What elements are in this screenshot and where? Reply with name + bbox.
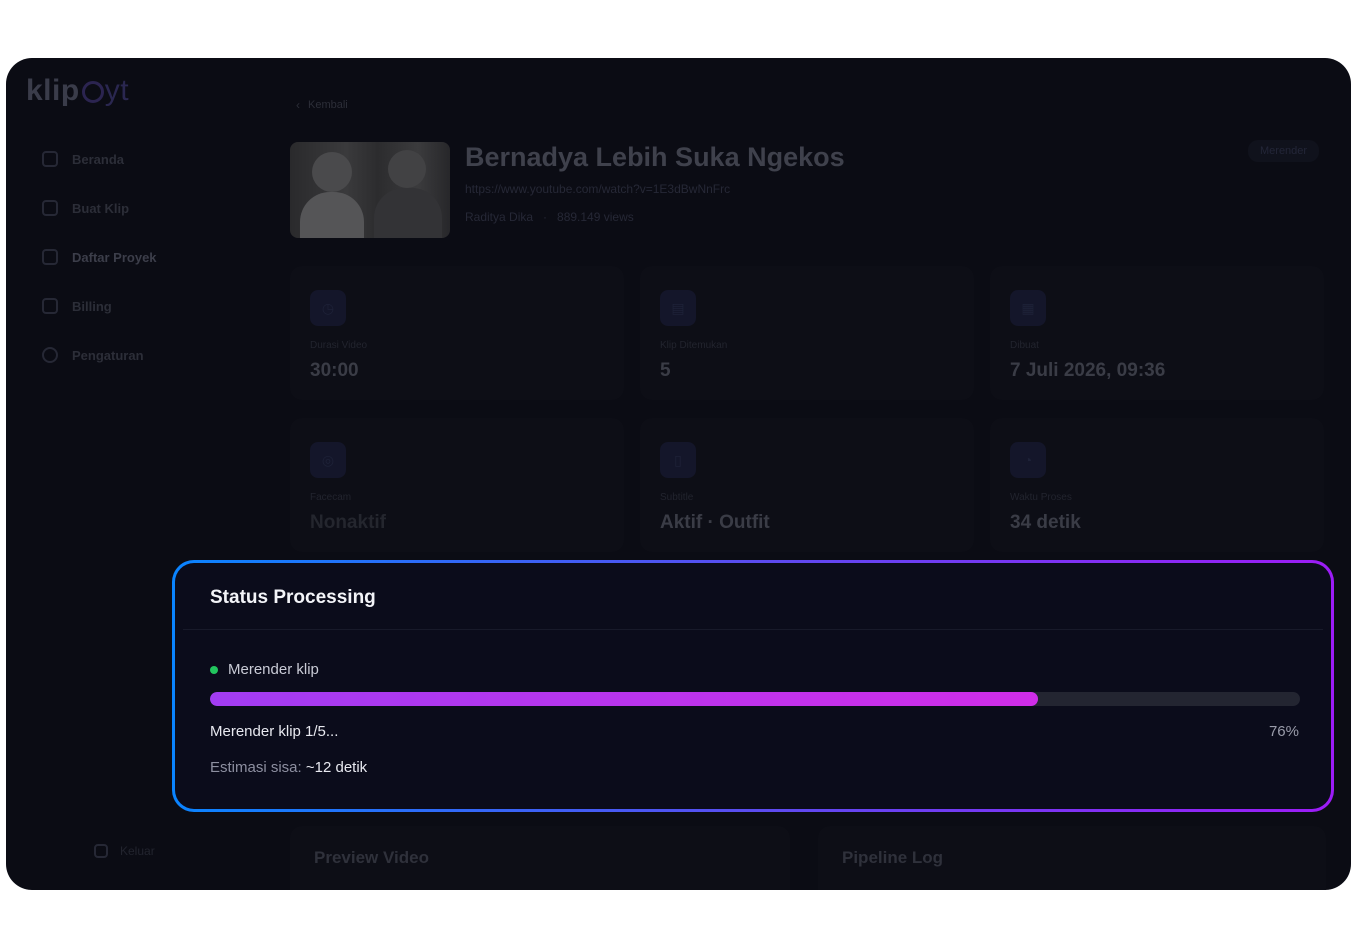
stat-value: Aktif · Outfit xyxy=(660,512,770,533)
channel-name: Raditya Dika xyxy=(465,210,534,224)
sidebar-item-label: Daftar Proyek xyxy=(72,249,157,265)
folder-icon xyxy=(42,249,58,265)
stat-card-durasi: ◷ Durasi Video 30:00 xyxy=(290,266,624,400)
card-icon xyxy=(42,298,58,314)
stat-card-klip: ▤ Klip Ditemukan 5 xyxy=(640,266,974,400)
timer-icon: ◔ xyxy=(1010,442,1046,478)
chevron-left-icon: ‹ xyxy=(296,98,300,112)
stat-value: 34 detik xyxy=(1010,512,1081,533)
sidebar-item-daftar-proyek[interactable]: Daftar Proyek xyxy=(34,244,234,270)
eta-value: ~12 detik xyxy=(305,759,368,776)
logout-button[interactable]: Keluar xyxy=(94,844,155,858)
logout-label: Keluar xyxy=(120,844,155,858)
progress-percent: 76% xyxy=(1268,723,1299,740)
eta: Estimasi sisa: ~12 detik xyxy=(210,759,367,776)
view-count: 889.149 views xyxy=(557,210,634,224)
logo-suffix: yt xyxy=(104,74,130,107)
stat-value: 30:00 xyxy=(310,360,359,381)
progress-fill xyxy=(210,692,1039,706)
sidebar-item-beranda[interactable]: Beranda xyxy=(34,146,234,172)
stat-label: Subtitle xyxy=(660,492,694,503)
sidebar-item-buat-klip[interactable]: Buat Klip xyxy=(34,195,234,221)
clock-icon: ◷ xyxy=(310,290,346,326)
video-icon xyxy=(42,200,58,216)
stat-label: Waktu Proses xyxy=(1010,492,1072,503)
logo-text: klip xyxy=(26,74,80,107)
sidebar-item-pengaturan[interactable]: Pengaturan xyxy=(34,342,234,368)
stat-card-waktu: ◔ Waktu Proses 34 detik xyxy=(990,418,1324,552)
divider xyxy=(183,629,1323,630)
stat-label: Facecam xyxy=(310,492,352,503)
video-url[interactable]: https://www.youtube.com/watch?v=1E3dBwNn… xyxy=(465,182,730,196)
progress-text: Merender klip 1/5... xyxy=(210,723,339,740)
stat-value: Nonaktif xyxy=(310,512,386,533)
stat-label: Durasi Video xyxy=(310,340,368,351)
sidebar-item-label: Buat Klip xyxy=(72,200,130,216)
status-processing-card: Status Processing Merender klip Merender… xyxy=(172,560,1334,812)
back-label: Kembali xyxy=(308,99,348,111)
logout-icon xyxy=(94,844,108,858)
sidebar-item-label: Pengaturan xyxy=(72,347,144,363)
logo-ring-icon xyxy=(81,81,104,104)
status-title: Status Processing xyxy=(210,587,376,608)
calendar-icon: ▦ xyxy=(1010,290,1046,326)
stat-label: Klip Ditemukan xyxy=(660,340,728,351)
stat-card-facecam: ◎ Facecam Nonaktif xyxy=(290,418,624,552)
sidebar-nav: Beranda Buat Klip Daftar Proyek Billing … xyxy=(34,146,234,391)
stat-card-subtitle: ▯ Subtitle Aktif · Outfit xyxy=(640,418,974,552)
stat-value: 7 Juli 2026, 09:36 xyxy=(1010,360,1166,381)
sidebar-item-label: Beranda xyxy=(72,151,125,167)
status-dot-icon xyxy=(210,665,218,674)
eta-label: Estimasi sisa: xyxy=(210,759,302,776)
document-icon: ▯ xyxy=(660,442,696,478)
app-logo[interactable]: klip yt xyxy=(26,74,129,108)
stat-label: Dibuat xyxy=(1010,340,1039,351)
progress-bar xyxy=(210,692,1300,706)
video-thumbnail xyxy=(290,142,450,238)
camera-icon: ◎ xyxy=(310,442,346,478)
preview-title: Preview Video xyxy=(314,848,429,867)
back-link[interactable]: ‹ Kembali xyxy=(296,98,348,112)
sidebar-item-billing[interactable]: Billing xyxy=(34,293,234,319)
video-title: Bernadya Lebih Suka Ngekos xyxy=(465,142,845,172)
video-meta: Raditya Dika · 889.149 views xyxy=(465,210,634,224)
status-badge: Merender xyxy=(1248,140,1320,162)
film-icon: ▤ xyxy=(660,290,696,326)
sidebar-item-label: Billing xyxy=(72,298,112,314)
gear-icon xyxy=(42,347,58,363)
home-icon xyxy=(42,151,58,167)
stage-indicator: Merender klip xyxy=(210,661,319,678)
stage-label: Merender klip xyxy=(228,661,319,678)
stat-value: 5 xyxy=(660,360,671,381)
stat-card-dibuat: ▦ Dibuat 7 Juli 2026, 09:36 xyxy=(990,266,1324,400)
log-title: Pipeline Log xyxy=(842,848,944,867)
